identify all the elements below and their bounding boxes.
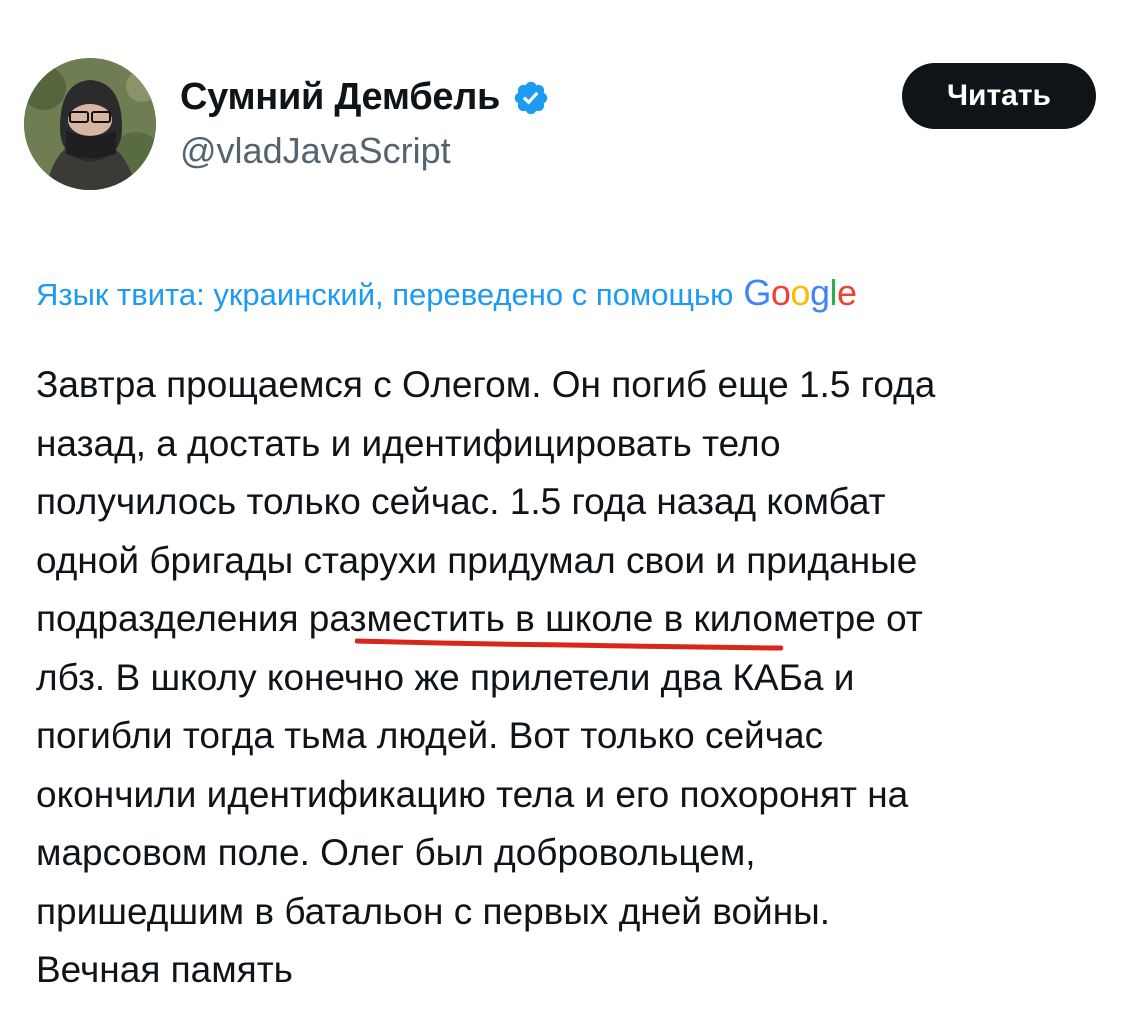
tweet-line: назад, а достать и идентифицировать тело — [36, 422, 781, 464]
avatar[interactable] — [24, 58, 156, 190]
tweet-line: окончили идентификацию тела и его похоро… — [36, 773, 909, 815]
author-display-name[interactable]: Сумний Дембель — [180, 76, 500, 119]
tweet-line: лбз. В школу конечно же прилетели два КА… — [36, 656, 855, 698]
tweet-line: Завтра прощаемся с Олегом. Он погиб еще … — [36, 364, 936, 405]
tweet-line: одной бригады старухи придумал свои и пр… — [36, 539, 918, 581]
tweet-text: Завтра прощаемся с Олегом. Он погиб еще … — [36, 356, 1106, 1000]
tweet-line-with-highlight: подразделения разместить в школе в килом… — [36, 598, 923, 639]
tweet-line: Вечная память — [36, 949, 293, 990]
tweet-line: получилось только сейчас. 1.5 года назад… — [36, 481, 886, 522]
translation-note[interactable]: Язык твита: украинский, переведено с пом… — [36, 272, 857, 314]
tweet-line: погибли тогда тьма людей. Вот только сей… — [36, 715, 824, 756]
verified-badge-icon — [512, 79, 550, 117]
tweet-line: марсовом поле. Олег был добровольцем, — [36, 832, 756, 873]
google-logo: Google — [743, 272, 857, 313]
author-handle[interactable]: @vladJavaScript — [180, 130, 451, 172]
translation-note-text: Язык твита: украинский, переведено с пом… — [36, 277, 734, 312]
author-name-row: Сумний Дембель — [180, 76, 550, 119]
tweet-line: пришедшим в батальон с первых дней войны… — [36, 890, 831, 932]
follow-button[interactable]: Читать — [902, 63, 1096, 129]
avatar-image — [24, 58, 156, 190]
